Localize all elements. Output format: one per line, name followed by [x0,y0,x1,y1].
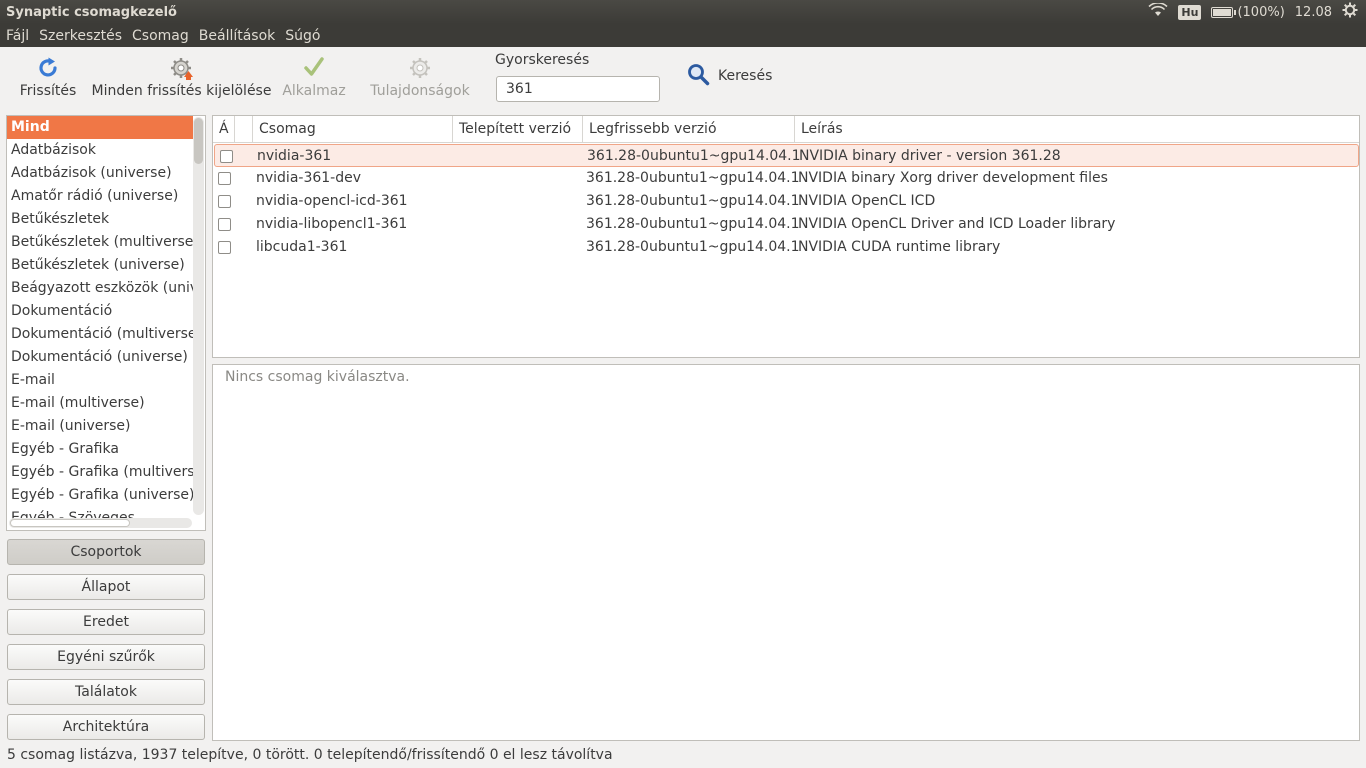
category-item[interactable]: Betűkészletek [7,208,193,231]
package-details-panel: Nincs csomag kiválasztva. [212,364,1360,741]
package-name: nvidia-361-dev [256,170,362,186]
mark-all-upgrades-label: Minden frissítés kijelölése [91,83,272,99]
top-panel: Synaptic csomagkezelő Hu (100%) 12.08 [0,0,1366,24]
menu-package[interactable]: Csomag [132,28,189,44]
column-header-support[interactable] [235,116,253,143]
category-item[interactable]: Betűkészletek (universe) [7,254,193,277]
column-header-status[interactable]: Á [213,116,235,143]
package-name: nvidia-361 [257,148,332,164]
column-header-package[interactable]: Csomag [253,116,453,143]
package-description: NVIDIA binary Xorg driver development fi… [798,170,1108,186]
column-header-description[interactable]: Leírás [795,116,1359,143]
menu-edit[interactable]: Szerkesztés [39,28,122,44]
category-item-all[interactable]: Mind [7,116,193,139]
keyboard-layout-indicator[interactable]: Hu [1178,4,1202,20]
apply-label: Alkalmaz [282,83,346,99]
status-bar: 5 csomag listázva, 1937 telepítve, 0 tör… [7,747,613,763]
search-label: Keresés [718,68,773,84]
menu-file[interactable]: Fájl [6,28,29,44]
table-row[interactable]: nvidia-libopencl1-361 361.28-0ubuntu1~gp… [213,213,1359,236]
magnifier-icon [686,62,710,90]
table-row[interactable]: nvidia-361-dev 361.28-0ubuntu1~gpu14.04.… [213,167,1359,190]
scroll-thumb[interactable] [194,118,203,164]
latest-version: 361.28-0ubuntu1~gpu14.04.1 [586,216,800,232]
package-name: libcuda1-361 [256,239,348,255]
properties-label: Tulajdonságok [370,83,470,99]
package-description: NVIDIA OpenCL ICD [798,193,936,209]
category-vertical-scrollbar[interactable] [193,117,204,515]
refresh-icon [36,56,60,84]
custom-filters-button[interactable]: Egyéni szűrők [7,644,205,670]
properties-gear-icon [408,56,432,84]
battery-icon [1211,6,1237,18]
category-item[interactable]: E-mail [7,369,193,392]
search-results-button[interactable]: Találatok [7,679,205,705]
wifi-icon[interactable] [1148,2,1168,21]
architecture-button[interactable]: Architektúra [7,714,205,740]
latest-version: 361.28-0ubuntu1~gpu14.04.1 [586,193,800,209]
category-item[interactable]: Beágyazott eszközök (universe) [7,277,193,300]
package-checkbox[interactable] [218,241,231,254]
category-item[interactable]: Dokumentáció (universe) [7,346,193,369]
refresh-label: Frissítés [19,83,77,99]
category-item[interactable]: Adatbázisok (universe) [7,162,193,185]
package-checkbox[interactable] [218,218,231,231]
package-description: NVIDIA CUDA runtime library [798,239,1001,255]
menu-bar: Fájl Szerkesztés Csomag Beállítások Súgó [0,24,1366,47]
package-checkbox[interactable] [218,195,231,208]
refresh-button[interactable]: Frissítés [18,53,78,109]
window-title: Synaptic csomagkezelő [6,4,177,20]
battery-indicator[interactable]: (100%) [1211,4,1285,20]
category-item[interactable]: Adatbázisok [7,139,193,162]
apply-button[interactable]: Alkalmaz [282,53,346,109]
category-item[interactable]: E-mail (universe) [7,415,193,438]
gear-upgrade-icon [169,56,195,86]
menu-settings[interactable]: Beállítások [199,28,276,44]
category-list: Mind Adatbázisok Adatbázisok (universe) … [7,116,193,530]
table-row[interactable]: nvidia-361 361.28-0ubuntu1~gpu14.04.1 NV… [214,144,1359,167]
package-name: nvidia-opencl-icd-361 [256,193,408,209]
quick-search-label: Gyorskeresés [495,52,590,68]
menu-help[interactable]: Súgó [285,28,320,44]
category-item[interactable]: Betűkészletek (multiverse) [7,231,193,254]
battery-level-fill [1213,8,1232,16]
gear-icon[interactable] [1342,2,1358,22]
package-checkbox[interactable] [218,172,231,185]
latest-version: 361.28-0ubuntu1~gpu14.04.1 [586,239,800,255]
category-item[interactable]: Amatőr rádió (universe) [7,185,193,208]
package-description: NVIDIA OpenCL Driver and ICD Loader libr… [798,216,1116,232]
category-item[interactable]: Egyéb - Grafika (universe) [7,484,193,507]
table-row[interactable]: nvidia-opencl-icd-361 361.28-0ubuntu1~gp… [213,190,1359,213]
category-item[interactable]: Dokumentáció (multiverse) [7,323,193,346]
checkmark-icon [303,56,325,82]
package-checkbox[interactable] [220,150,233,163]
scroll-thumb[interactable] [10,519,130,527]
category-horizontal-scrollbar[interactable] [9,518,192,528]
origin-button[interactable]: Eredet [7,609,205,635]
latest-version: 361.28-0ubuntu1~gpu14.04.1 [586,170,800,186]
table-row[interactable]: libcuda1-361 361.28-0ubuntu1~gpu14.04.1 … [213,236,1359,259]
category-item[interactable]: Egyéb - Grafika (multiverse) [7,461,193,484]
toolbar: Frissítés Minden frissítés kijelölése Al… [0,47,1366,113]
category-item[interactable]: E-mail (multiverse) [7,392,193,415]
no-package-selected-text: Nincs csomag kiválasztva. [225,369,410,385]
search-button[interactable]: Keresés [686,62,772,90]
groups-button[interactable]: Csoportok [7,539,205,565]
battery-percent: (100%) [1237,4,1285,20]
package-description: NVIDIA binary driver - version 361.28 [799,148,1061,164]
column-header-installed-version[interactable]: Telepített verzió [453,116,583,143]
category-list-panel: Mind Adatbázisok Adatbázisok (universe) … [6,115,206,531]
clock[interactable]: 12.08 [1295,5,1332,20]
package-table: Á Csomag Telepített verzió Legfrissebb v… [212,115,1360,358]
category-item[interactable]: Dokumentáció [7,300,193,323]
quick-search-input[interactable] [496,76,660,102]
mark-all-upgrades-button[interactable]: Minden frissítés kijelölése [91,53,272,109]
category-item[interactable]: Egyéb - Grafika [7,438,193,461]
latest-version: 361.28-0ubuntu1~gpu14.04.1 [587,148,801,164]
status-button[interactable]: Állapot [7,574,205,600]
package-name: nvidia-libopencl1-361 [256,216,408,232]
column-header-latest-version[interactable]: Legfrissebb verzió [583,116,795,143]
properties-button[interactable]: Tulajdonságok [369,53,471,109]
